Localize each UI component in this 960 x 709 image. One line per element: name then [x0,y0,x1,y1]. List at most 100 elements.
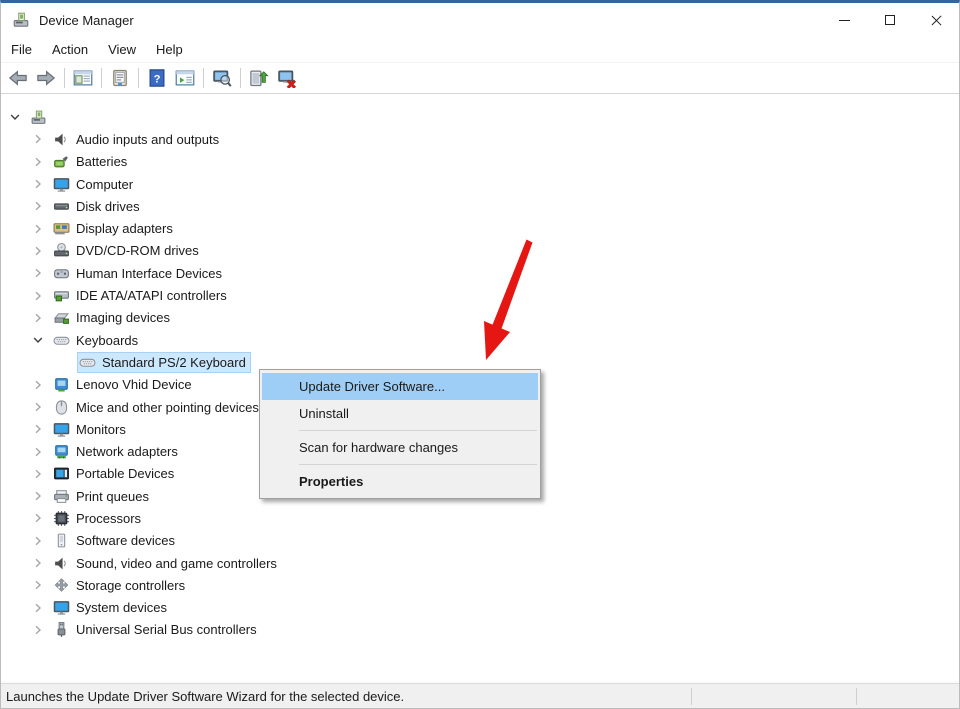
tree-item-body[interactable]: Lenovo Vhid Device [52,375,196,394]
tree-item-ide-ata-atapi-controllers[interactable]: IDE ATA/ATAPI controllers [1,284,959,306]
tree-item-keyboards[interactable]: Keyboards [1,329,959,351]
tree-item-body[interactable]: Software devices [52,531,179,550]
imaging-icon [53,309,70,326]
tree-item-body[interactable] [29,108,57,127]
tree-item-body[interactable]: Print queues [52,487,153,506]
tree-item-body[interactable]: DVD/CD-ROM drives [52,241,203,260]
tree-item-body[interactable]: Processors [52,509,145,528]
tree-item-software-devices[interactable]: Software devices [1,530,959,552]
tree-item-sound-video-and-game-controllers[interactable]: Sound, video and game controllers [1,552,959,574]
properties-sheet-button[interactable] [106,65,134,91]
monitor-icon [53,421,70,438]
tree-item-body[interactable]: Disk drives [52,197,144,216]
tree-item-body[interactable]: System devices [52,598,171,617]
chevron-right-icon[interactable] [30,466,52,482]
chevron-right-icon[interactable] [30,288,52,304]
tree-item-dvd-cd-rom-drives[interactable]: DVD/CD-ROM drives [1,240,959,262]
back-icon [8,68,28,88]
tree-item-imaging-devices[interactable]: Imaging devices [1,307,959,329]
cpu-icon [53,510,70,527]
toolbar: ? [1,63,959,94]
maximize-button[interactable] [867,3,913,37]
tree-item-body[interactable]: Monitors [52,420,130,439]
monitor-icon [53,599,70,616]
uninstall-button[interactable] [273,65,301,91]
tree-item-human-interface-devices[interactable]: Human Interface Devices [1,262,959,284]
tree-item-body[interactable]: Keyboards [52,331,142,350]
chevron-right-icon[interactable] [30,221,52,237]
context-menu-separator [299,464,537,465]
menu-item-scan-for-hardware-changes[interactable]: Scan for hardware changes [262,434,538,461]
network-icon [53,443,70,460]
chevron-right-icon[interactable] [30,399,52,415]
chevron-down-icon[interactable] [30,332,52,348]
tree-item-body[interactable]: Computer [52,175,137,194]
close-button[interactable] [913,3,959,37]
chevron-right-icon[interactable] [30,265,52,281]
tree-item-body[interactable]: Audio inputs and outputs [52,130,223,149]
toolbar-separator [203,68,204,88]
tree-item-body[interactable]: Network adapters [52,442,182,461]
tree-item-disk-drives[interactable]: Disk drives [1,195,959,217]
chevron-right-icon[interactable] [30,600,52,616]
minimize-button[interactable] [821,3,867,37]
ide-icon [53,287,70,304]
forward-button[interactable] [32,65,60,91]
chevron-down-icon[interactable] [7,109,29,125]
show-hide-action-pane-button[interactable] [171,65,199,91]
menu-view[interactable]: View [98,37,146,62]
menu-item-properties[interactable]: Properties [262,468,538,495]
disk-icon [53,198,70,215]
chevron-right-icon[interactable] [30,622,52,638]
help-button[interactable]: ? [143,65,171,91]
tree-item-body[interactable]: Mice and other pointing devices [52,398,263,417]
back-button[interactable] [4,65,32,91]
menu-item-update-driver-software[interactable]: Update Driver Software... [262,373,538,400]
menu-item-uninstall[interactable]: Uninstall [262,400,538,427]
tree-item-storage-controllers[interactable]: Storage controllers [1,574,959,596]
tree-item-body[interactable]: Portable Devices [52,464,178,483]
tree-item-batteries[interactable]: Batteries [1,151,959,173]
chevron-right-icon[interactable] [30,154,52,170]
chevron-placeholder [56,354,78,370]
menu-action[interactable]: Action [42,37,98,62]
tree-item-body[interactable]: Universal Serial Bus controllers [52,620,261,639]
tree-item-audio-inputs-and-outputs[interactable]: Audio inputs and outputs [1,128,959,150]
tree-item-body[interactable]: Storage controllers [52,576,189,595]
chevron-right-icon[interactable] [30,243,52,259]
tree-item-label: Portable Devices [76,466,174,481]
scan-for-hardware-changes-button[interactable] [208,65,236,91]
chevron-right-icon[interactable] [30,377,52,393]
tree-item-display-adapters[interactable]: Display adapters [1,217,959,239]
tree-item-body[interactable]: Batteries [52,152,131,171]
chevron-right-icon[interactable] [30,555,52,571]
chevron-right-icon[interactable] [30,310,52,326]
chevron-right-icon[interactable] [30,577,52,593]
chevron-right-icon[interactable] [30,488,52,504]
tree-item-body[interactable]: Imaging devices [52,308,174,327]
tree-item-root[interactable] [1,106,959,128]
tree-item-system-devices[interactable]: System devices [1,597,959,619]
console-tree-icon [73,68,93,88]
chevron-right-icon[interactable] [30,510,52,526]
chevron-right-icon[interactable] [30,198,52,214]
tree-item-universal-serial-bus-controllers[interactable]: Universal Serial Bus controllers [1,619,959,641]
tree-item-body[interactable]: Display adapters [52,219,177,238]
menu-help[interactable]: Help [146,37,193,62]
chevron-right-icon[interactable] [30,444,52,460]
tree-item-computer[interactable]: Computer [1,173,959,195]
update-driver-software-button[interactable] [245,65,273,91]
tree-item-body[interactable]: Sound, video and game controllers [52,554,281,573]
tree-item-body[interactable]: Human Interface Devices [52,264,226,283]
tree-item-body[interactable]: IDE ATA/ATAPI controllers [52,286,231,305]
chevron-right-icon[interactable] [30,131,52,147]
action-pane-icon [175,68,195,88]
scan-hardware-icon [212,68,232,88]
chevron-right-icon[interactable] [30,421,52,437]
show-hide-console-tree-button[interactable] [69,65,97,91]
menu-file[interactable]: File [1,37,42,62]
chevron-right-icon[interactable] [30,533,52,549]
tree-item-processors[interactable]: Processors [1,507,959,529]
selected-tree-item-body[interactable]: Standard PS/2 Keyboard [78,353,250,372]
chevron-right-icon[interactable] [30,176,52,192]
